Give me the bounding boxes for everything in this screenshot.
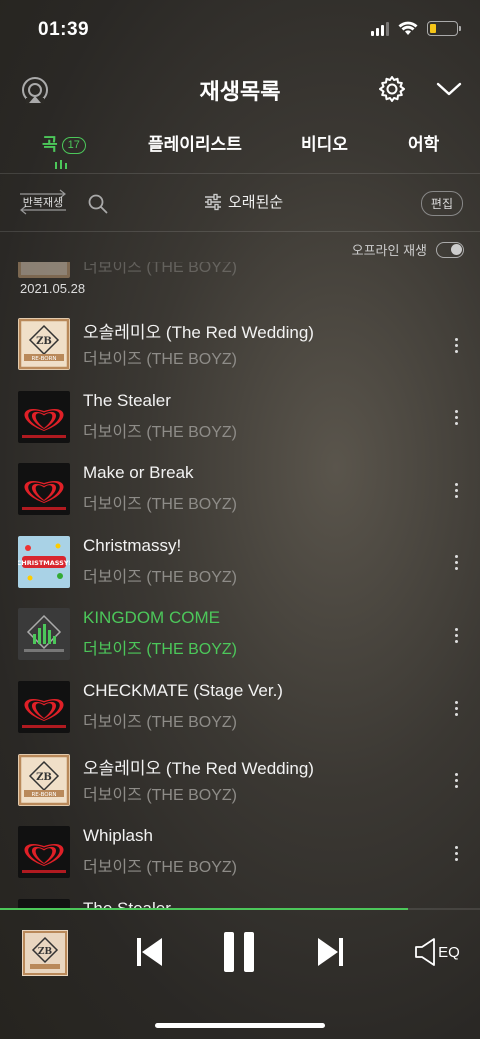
song-artist: 더보이즈 (THE BOYZ) [83, 641, 237, 659]
offline-play-label: 오프라인 재생 [351, 243, 427, 258]
repeat-button[interactable]: 반복재생 [16, 188, 70, 216]
list-item[interactable]: CHRISTMASSY! Christmassy! 더보이즈 (THE BOYZ) [0, 527, 480, 599]
status-bar: 01:39 [0, 0, 480, 60]
more-options-icon[interactable] [446, 331, 466, 359]
song-title: Whiplash [83, 826, 153, 846]
sort-button[interactable]: 오래된순 [204, 191, 283, 212]
gear-icon[interactable] [376, 73, 408, 105]
song-artist: 더보이즈 (THE BOYZ) [83, 496, 237, 514]
list-item[interactable]: ZB RE-BORN 오솔레미오 (The Red Wedding) 더보이즈 (TH… [0, 309, 480, 381]
now-playing-cover[interactable]: ZB [22, 930, 68, 976]
tab-language[interactable]: 어학 [408, 130, 439, 155]
skip-previous-icon[interactable] [134, 935, 164, 969]
song-artist: 더보이즈 (THE BOYZ) [83, 568, 237, 586]
song-artist: 더보이즈 (THE BOYZ) [83, 786, 237, 804]
mini-player: ZB EQ [0, 910, 480, 1000]
song-list: 더보이즈 (THE BOYZ) 2021.05.28 ZB RE-BORN 오솔레미… [0, 262, 480, 910]
svg-text:CHRISTMASSY!: CHRISTMASSY! [18, 559, 70, 567]
repeat-label: 반복재생 [22, 197, 64, 209]
page-title: 재생목록 [199, 79, 281, 104]
svg-text:ZB: ZB [36, 336, 52, 347]
song-artist: 더보이즈 (THE BOYZ) [83, 859, 237, 877]
list-item[interactable]: Make or Break 더보이즈 (THE BOYZ) [0, 454, 480, 526]
tab-playlists[interactable]: 플레이리스트 [148, 130, 242, 155]
song-title: KINGDOM COME [83, 608, 220, 628]
status-icons [371, 21, 461, 36]
battery-icon [427, 21, 461, 36]
tab-songs[interactable]: 곡 17 [42, 130, 86, 155]
album-cover: ZB RE-BORN [18, 318, 70, 370]
song-count-badge: 17 [61, 137, 86, 154]
song-artist: 더보이즈 (THE BOYZ) [83, 262, 237, 276]
more-options-icon[interactable] [446, 404, 466, 432]
song-title: 오솔레미오 (The Red Wedding) [83, 323, 314, 342]
song-title: Make or Break [83, 463, 194, 483]
song-title: The Stealer [83, 390, 171, 410]
list-item[interactable]: CHECKMATE (Stage Ver.) 더보이즈 (THE BOYZ) [0, 672, 480, 744]
status-time: 01:39 [38, 19, 90, 40]
song-artist: 더보이즈 (THE BOYZ) [83, 351, 237, 368]
divider [0, 173, 480, 174]
album-cover: ZB RE-BORN [18, 753, 70, 806]
album-cover [18, 463, 70, 516]
song-title: CHECKMATE (Stage Ver.) [83, 681, 283, 700]
tab-songs-label: 곡 [42, 135, 58, 154]
svg-text:ZB: ZB [38, 947, 53, 957]
date-label: 2021.05.28 [20, 281, 86, 296]
home-indicator [155, 1023, 325, 1028]
wifi-icon [398, 21, 418, 35]
chevron-down-icon[interactable] [434, 76, 464, 102]
now-playing-indicator [55, 160, 67, 169]
song-artist: 더보이즈 (THE BOYZ) [83, 423, 237, 441]
speaker-icon [415, 938, 436, 966]
album-cover [18, 608, 70, 661]
divider [0, 231, 480, 232]
more-options-icon[interactable] [446, 767, 466, 795]
song-title: 오솔레미오 (The Red Wedding) [83, 758, 314, 778]
equalizer-button[interactable]: EQ [414, 936, 460, 968]
tab-videos[interactable]: 비디오 [301, 130, 348, 155]
pause-icon[interactable] [222, 931, 256, 973]
more-options-icon[interactable] [446, 621, 466, 649]
more-options-icon[interactable] [446, 476, 466, 504]
svg-text:RE-BORN: RE-BORN [31, 792, 56, 798]
album-cover [18, 681, 70, 733]
more-options-icon[interactable] [446, 694, 466, 722]
offline-play-toggle[interactable] [436, 241, 464, 258]
list-item[interactable]: Whiplash 더보이즈 (THE BOYZ) [0, 817, 480, 889]
more-options-icon[interactable] [446, 839, 466, 867]
list-item[interactable]: The Stealer더보이즈 (THE BOYZ) [0, 890, 480, 910]
search-icon[interactable] [86, 192, 110, 216]
album-cover [18, 826, 70, 879]
song-artist: 더보이즈 (THE BOYZ) [83, 714, 237, 731]
svg-text:ZB: ZB [36, 772, 52, 783]
offline-play-row: 오프라인 재생 [352, 240, 464, 259]
more-options-icon[interactable] [446, 549, 466, 577]
svg-text:RE-BORN: RE-BORN [31, 356, 56, 362]
album-cover [18, 262, 70, 278]
album-cover [18, 390, 70, 443]
song-title: Christmassy! [83, 535, 182, 555]
eq-label: EQ [438, 943, 460, 961]
toolbar: 반복재생 오래된순 편집 [0, 178, 480, 230]
sort-label: 오래된순 [228, 194, 284, 211]
list-item[interactable]: ZB RE-BORN 오솔레미오 (The Red Wedding) 더보이즈 (TH… [0, 745, 480, 817]
sliders-icon [205, 193, 221, 210]
album-cover: CHRISTMASSY! [18, 535, 70, 588]
list-item[interactable]: The Stealer 더보이즈 (THE BOYZ) [0, 382, 480, 454]
tab-bar: 곡 17 플레이리스트 비디오 어학 [0, 122, 480, 172]
list-item[interactable]: KINGDOM COME 더보이즈 (THE BOYZ) [0, 599, 480, 671]
header: 재생목록 [0, 60, 480, 118]
cellular-signal-icon [371, 21, 389, 36]
skip-next-icon[interactable] [316, 935, 346, 969]
edit-button[interactable]: 편집 [420, 191, 463, 216]
